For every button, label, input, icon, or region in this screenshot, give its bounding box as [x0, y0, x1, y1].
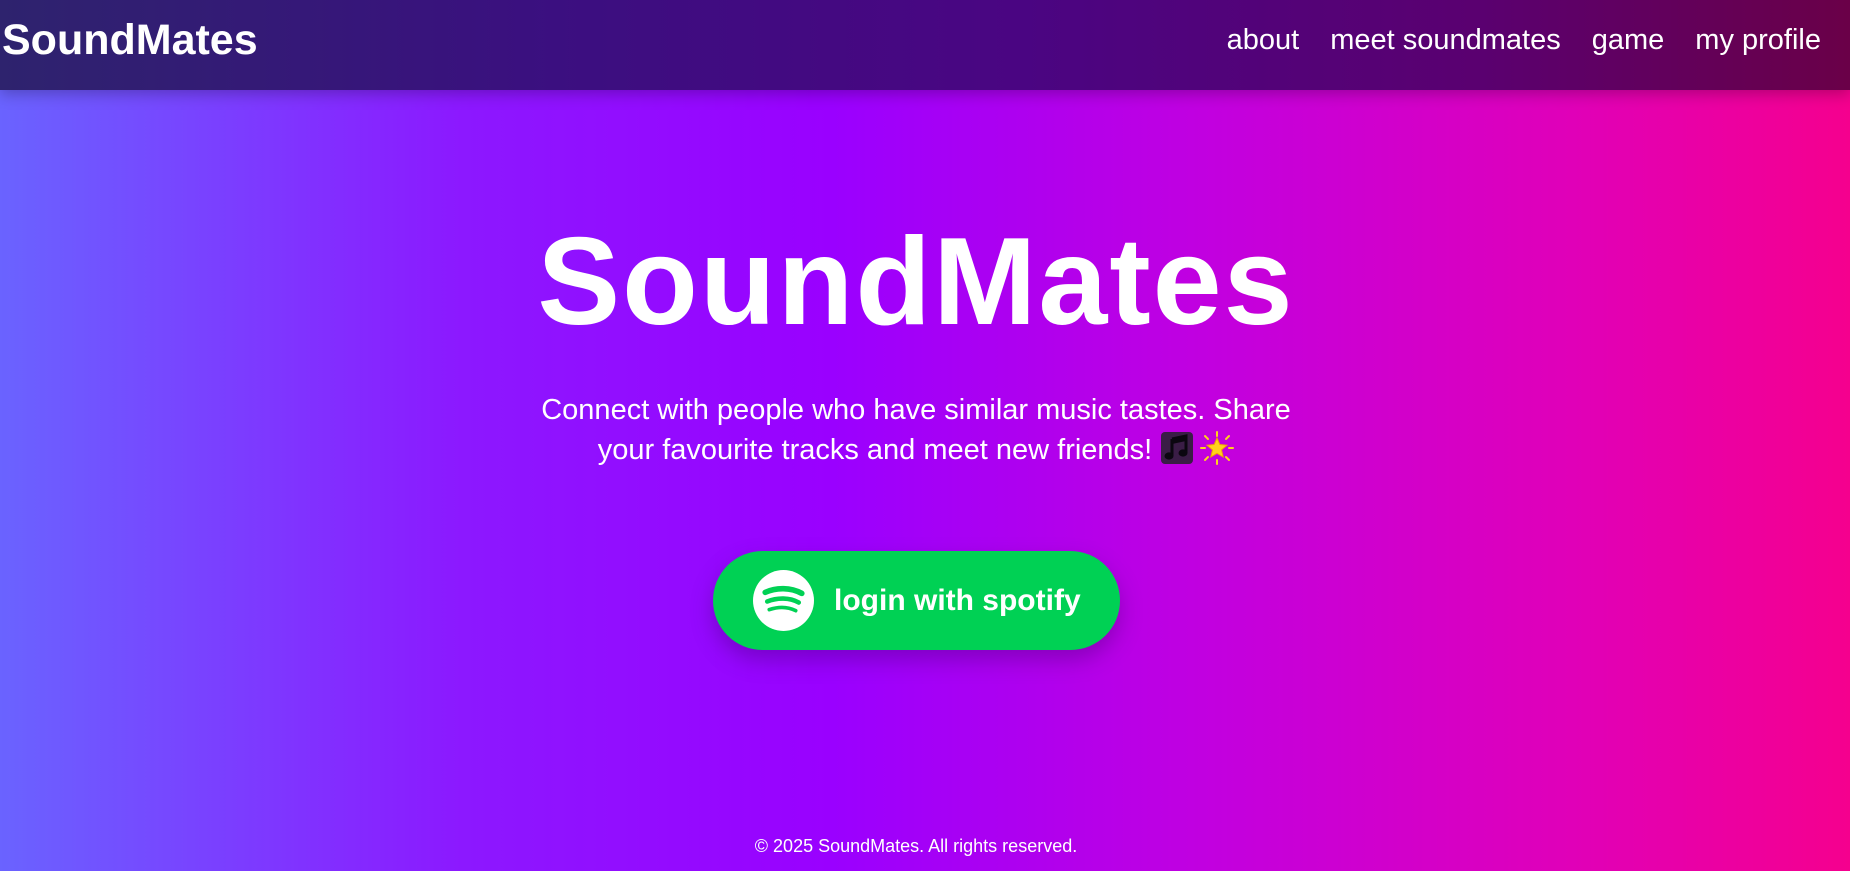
footer-copyright: © 2025 SoundMates. All rights reserved. [754, 836, 1078, 856]
nav-links: about meet soundmates game my profile [1196, 24, 1821, 57]
brand-logo-text[interactable]: SoundMates [2, 16, 258, 65]
music-note-icon [1161, 432, 1194, 464]
hero-title: SoundMates [537, 213, 1295, 351]
top-navbar: SoundMates about meet soundmates game my… [0, 0, 1850, 90]
nav-link-game[interactable]: game [1592, 24, 1665, 57]
nav-link-about[interactable]: about [1227, 24, 1300, 57]
nav-link-meet-soundmates[interactable]: meet soundmates [1330, 24, 1561, 57]
nav-link-my-profile[interactable]: my profile [1695, 24, 1821, 57]
login-button-label: login with spotify [834, 583, 1081, 617]
login-with-spotify-button[interactable]: login with spotify [713, 551, 1120, 650]
hero-tagline: Connect with people who have similar mus… [516, 390, 1316, 470]
spotify-icon [753, 570, 814, 631]
glowing-star-icon [1200, 431, 1235, 465]
